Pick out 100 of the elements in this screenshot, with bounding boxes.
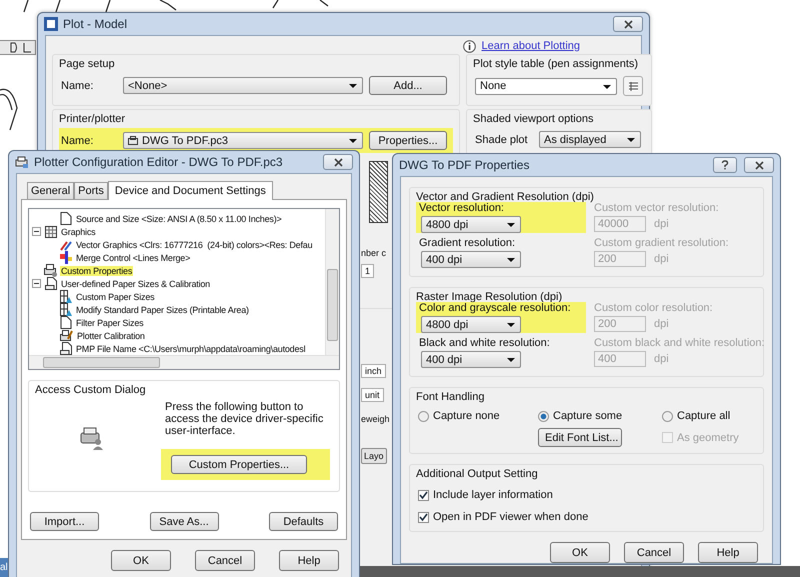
info-icon bbox=[462, 40, 476, 52]
merge-icon bbox=[60, 251, 72, 264]
group-title: Shaded viewport options bbox=[473, 113, 594, 125]
cut-label: nber c bbox=[361, 248, 386, 258]
close-icon bbox=[334, 158, 342, 166]
tree-item[interactable]: User-defined Paper Sizes & Calibration bbox=[60, 278, 211, 288]
radio-option[interactable]: Capture some bbox=[538, 410, 662, 422]
unit-label: dpi bbox=[654, 353, 669, 365]
edit-font-list-button[interactable]: Edit Font List... bbox=[538, 428, 622, 447]
scrollbar[interactable] bbox=[325, 209, 339, 355]
tree-item[interactable]: Plotter Calibration bbox=[76, 330, 146, 340]
radio-option[interactable]: Capture none bbox=[418, 410, 538, 422]
close-button[interactable] bbox=[613, 16, 643, 32]
scrollbar[interactable] bbox=[29, 355, 339, 369]
instruction-text: Press the following button to access the device driver-specific user-interface. bbox=[165, 401, 324, 437]
custom-resolution-label: Custom vector resolution: bbox=[594, 202, 720, 214]
action-button[interactable]: Defaults bbox=[269, 512, 338, 531]
page-setup-select[interactable]: <None> bbox=[123, 77, 363, 94]
dialog-button[interactable]: OK bbox=[550, 542, 610, 563]
window-title: DWG To PDF Properties bbox=[399, 158, 530, 172]
collapse-toggle[interactable] bbox=[32, 279, 41, 288]
app-icon bbox=[44, 17, 58, 31]
preview-hatch bbox=[369, 161, 388, 223]
cut-field[interactable]: 1 bbox=[361, 264, 374, 278]
action-button[interactable]: Save As... bbox=[150, 512, 218, 531]
shade-plot-select[interactable]: As displayed bbox=[539, 131, 641, 148]
custom-resolution-label: Custom color resolution: bbox=[594, 302, 714, 314]
dialog-button[interactable]: Help bbox=[698, 542, 758, 563]
properties-button[interactable]: Properties... bbox=[369, 131, 447, 150]
grid-icon bbox=[45, 226, 57, 238]
help-button[interactable] bbox=[713, 157, 737, 173]
edit-table-button[interactable] bbox=[623, 76, 643, 96]
resolution-label: Vector resolution: bbox=[419, 202, 505, 214]
group-title: Page setup bbox=[59, 58, 115, 70]
plotter-icon bbox=[15, 155, 29, 169]
radio-option[interactable]: Capture all bbox=[662, 410, 755, 422]
group-title: Access Custom Dialog bbox=[35, 384, 146, 396]
document-icon bbox=[60, 342, 72, 355]
action-button[interactable]: Import... bbox=[30, 512, 99, 531]
add-button[interactable]: Add... bbox=[369, 76, 447, 95]
table-icon bbox=[628, 80, 639, 92]
plot-style-select[interactable]: None bbox=[475, 78, 618, 94]
window-title: Plot - Model bbox=[63, 17, 128, 31]
tab[interactable]: General bbox=[27, 182, 74, 199]
name-label: Name: bbox=[61, 134, 94, 146]
cut-label: al bbox=[0, 558, 8, 577]
tree-item[interactable]: PMP File Name <C:\Users\murph\appdata\roaming\autodesl bbox=[75, 344, 306, 354]
dialog-button[interactable]: Cancel bbox=[195, 550, 255, 571]
tab[interactable]: Ports bbox=[74, 182, 108, 199]
cut-select[interactable]: inch bbox=[361, 364, 386, 378]
tree-item[interactable]: Modify Standard Paper Sizes (Printable Area) bbox=[75, 304, 250, 314]
plotter-icon bbox=[128, 136, 138, 145]
tree-item[interactable]: Filter Paper Sizes bbox=[75, 318, 144, 328]
group-title: Vector and Gradient Resolution (dpi) bbox=[416, 191, 594, 203]
tree-item[interactable]: Source and Size <Size: ANSI A (8.50 x 11.00 Inches)> bbox=[75, 214, 283, 224]
unit-label: dpi bbox=[654, 218, 669, 230]
group-title: Raster Image Resolution (dpi) bbox=[416, 291, 562, 303]
dialog-button[interactable]: Help bbox=[279, 550, 339, 571]
shade-plot-label: Shade plot bbox=[475, 134, 529, 146]
dialog-button[interactable]: Cancel bbox=[624, 542, 684, 563]
cut-button[interactable]: Layo bbox=[361, 448, 387, 464]
unit-label: dpi bbox=[654, 318, 669, 330]
name-label: Name: bbox=[61, 80, 94, 92]
help-icon bbox=[721, 160, 729, 170]
angle-icon[interactable] bbox=[23, 42, 32, 53]
group-title: Additional Output Setting bbox=[416, 468, 538, 480]
printer-select[interactable]: DWG To PDF.pc3 bbox=[123, 132, 363, 149]
printer-icon bbox=[44, 264, 57, 277]
printer-icon bbox=[60, 329, 73, 342]
unit-label: dpi bbox=[654, 253, 669, 265]
resolution-label: Gradient resolution: bbox=[419, 237, 516, 249]
tree-item[interactable]: Merge Control <Lines Merge> bbox=[75, 252, 192, 262]
resolution-label: Black and white resolution: bbox=[419, 337, 551, 349]
custom-resolution-label: Custom gradient resolution: bbox=[594, 237, 730, 249]
resolution-select[interactable]: 4800 dpi bbox=[421, 316, 521, 333]
tree-item[interactable]: Custom Paper Sizes bbox=[75, 292, 156, 302]
paper-size-icon bbox=[60, 290, 72, 303]
cut-field[interactable]: unit bbox=[361, 388, 384, 402]
tab[interactable]: Device and Document Settings bbox=[108, 181, 273, 200]
resolution-select[interactable]: 4800 dpi bbox=[421, 216, 521, 233]
dialog-button[interactable]: OK bbox=[111, 550, 171, 571]
tree-item[interactable]: Vector Graphics <Clrs: 16777216 (24-bit) colors><Res: Defau bbox=[75, 240, 314, 250]
close-button[interactable] bbox=[323, 154, 353, 170]
resolution-select[interactable]: 400 dpi bbox=[421, 251, 521, 268]
close-icon bbox=[754, 160, 764, 170]
shape-icon[interactable] bbox=[10, 42, 19, 53]
help-link[interactable]: Learn about Plotting bbox=[482, 40, 580, 52]
checkbox-option[interactable]: Open in PDF viewer when done bbox=[418, 511, 755, 523]
resolution-select[interactable]: 400 dpi bbox=[421, 351, 521, 368]
collapse-toggle[interactable] bbox=[32, 227, 41, 236]
custom-resolution-label: Custom black and white resolution: bbox=[594, 337, 765, 349]
tree-item[interactable]: Graphics bbox=[60, 226, 96, 236]
custom-properties-button[interactable]: Custom Properties... bbox=[171, 455, 307, 474]
page-icon bbox=[60, 212, 72, 225]
tree-item[interactable]: Custom Properties bbox=[60, 266, 134, 276]
close-button[interactable] bbox=[744, 157, 774, 173]
cut-label: eweigh bbox=[361, 414, 390, 424]
checkbox-option[interactable]: Include layer information bbox=[418, 489, 755, 501]
printer-user-icon bbox=[79, 425, 105, 451]
resolution-label: Color and grayscale resolution: bbox=[419, 302, 572, 314]
